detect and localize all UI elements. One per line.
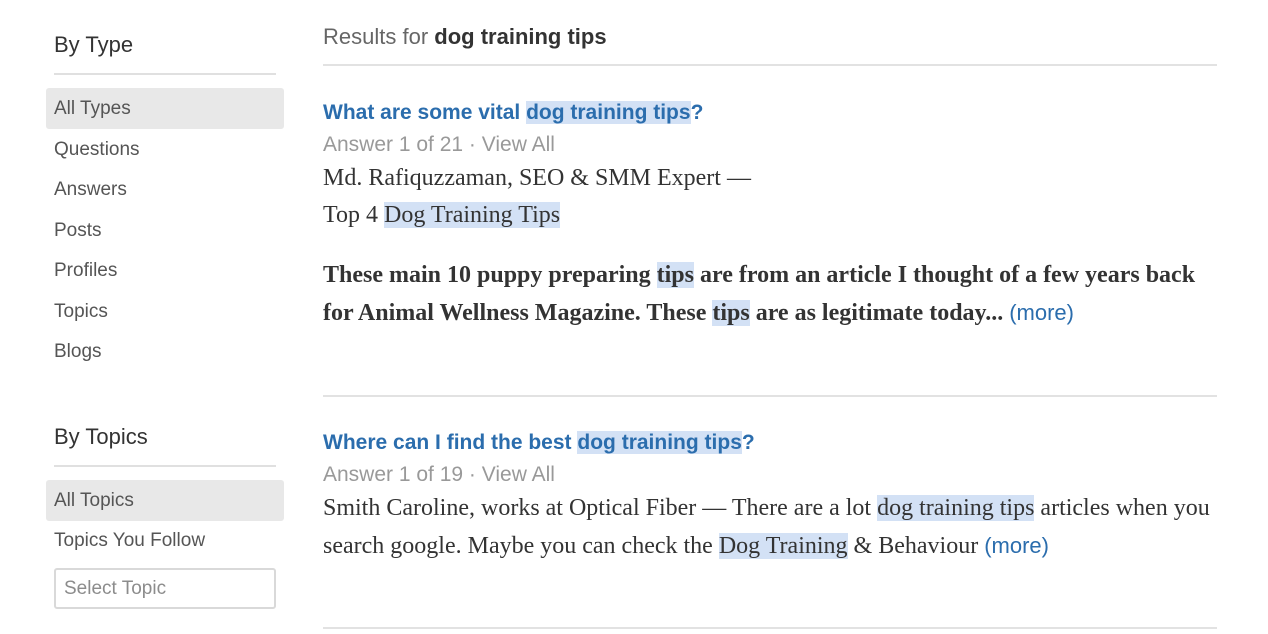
- answer-excerpt: These main 10 puppy preparing tips are f…: [323, 257, 1217, 332]
- select-topic-input[interactable]: [54, 568, 276, 609]
- answer-excerpt: Smith Caroline, works at Optical Fiber —…: [323, 490, 1217, 565]
- title-highlight: dog training tips: [577, 431, 742, 454]
- result-title-link[interactable]: What are some vital dog training tips?: [323, 101, 703, 125]
- view-all-link[interactable]: View All: [482, 133, 555, 156]
- answer-meta: Answer 1 of 19 · View All: [323, 463, 555, 487]
- excerpt-highlight: dog training tips: [877, 495, 1035, 521]
- meta-separator: ·: [463, 133, 482, 156]
- answer-count: Answer 1 of 21: [323, 133, 464, 156]
- excerpt-text: These main 10 puppy preparing: [323, 262, 651, 288]
- filter-blogs[interactable]: Blogs: [46, 331, 284, 372]
- divider: [323, 627, 1217, 629]
- excerpt-text: Smith Caroline, works at Optical Fiber —…: [323, 495, 872, 521]
- divider: [323, 64, 1217, 66]
- by-type-heading: By Type: [54, 32, 134, 57]
- filter-topics[interactable]: Topics: [46, 291, 284, 332]
- view-all-link[interactable]: View All: [482, 463, 555, 486]
- title-text: Where can I find the best: [323, 431, 572, 454]
- meta-separator: ·: [463, 463, 482, 486]
- excerpt-highlight: Dog Training: [718, 533, 848, 559]
- answer-meta: Answer 1 of 21 · View All: [323, 133, 555, 157]
- headline-text: Top 4: [323, 202, 378, 228]
- results-prefix: Results for: [323, 24, 429, 49]
- filter-profiles[interactable]: Profiles: [46, 250, 284, 291]
- filter-answers[interactable]: Answers: [46, 169, 284, 210]
- by-topics-heading: By Topics: [54, 424, 148, 449]
- filter-posts[interactable]: Posts: [46, 210, 284, 251]
- answer-count: Answer 1 of 19: [323, 463, 464, 486]
- title-highlight: dog training tips: [526, 101, 691, 124]
- filter-all-types[interactable]: All Types: [46, 88, 284, 129]
- excerpt-text: are as legitimate today...: [755, 300, 1004, 326]
- divider: [54, 465, 276, 467]
- title-suffix: ?: [690, 101, 704, 124]
- results-header: Results for dog training tips: [323, 24, 607, 50]
- title-text: What are some vital: [323, 101, 521, 124]
- more-link[interactable]: (more): [1009, 300, 1074, 325]
- answer-headline: Top 4 Dog Training Tips: [323, 197, 1217, 234]
- headline-highlight: Dog Training Tips: [383, 202, 561, 228]
- more-link[interactable]: (more): [984, 533, 1049, 558]
- filter-questions[interactable]: Questions: [46, 129, 284, 170]
- excerpt-highlight: tips: [656, 262, 694, 288]
- divider: [323, 395, 1217, 397]
- answer-author[interactable]: Md. Rafiquzzaman, SEO & SMM Expert —: [323, 160, 1217, 197]
- filter-topics-you-follow[interactable]: Topics You Follow: [46, 520, 284, 561]
- excerpt-text: & Behaviour: [853, 533, 979, 559]
- filter-all-topics[interactable]: All Topics: [46, 480, 284, 521]
- results-query: dog training tips: [434, 24, 607, 49]
- result-title-link[interactable]: Where can I find the best dog training t…: [323, 431, 755, 455]
- excerpt-highlight: tips: [712, 300, 750, 326]
- title-suffix: ?: [741, 431, 755, 454]
- divider: [54, 73, 276, 75]
